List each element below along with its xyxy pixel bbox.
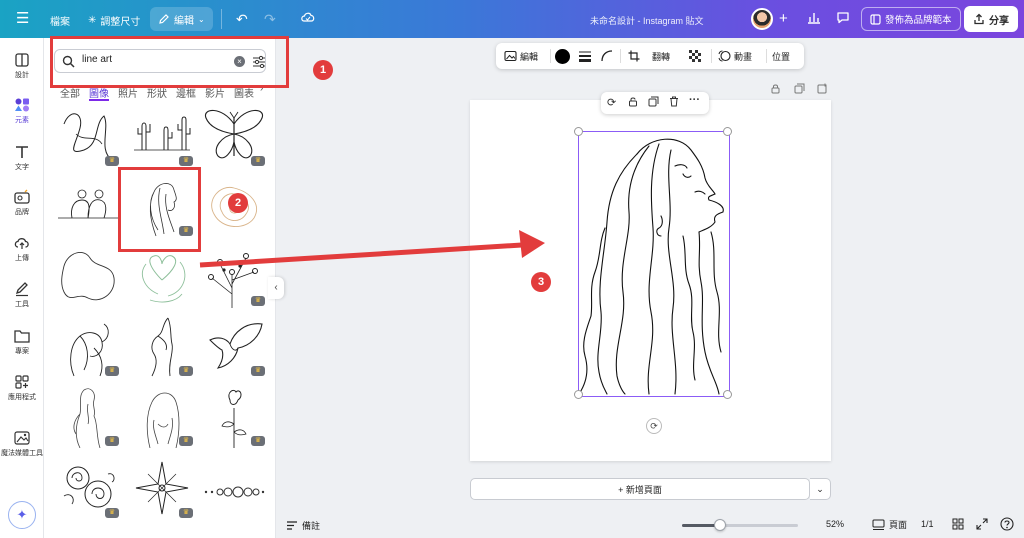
drag-arrow <box>199 230 545 268</box>
step-badge-3: 3 <box>531 272 551 292</box>
